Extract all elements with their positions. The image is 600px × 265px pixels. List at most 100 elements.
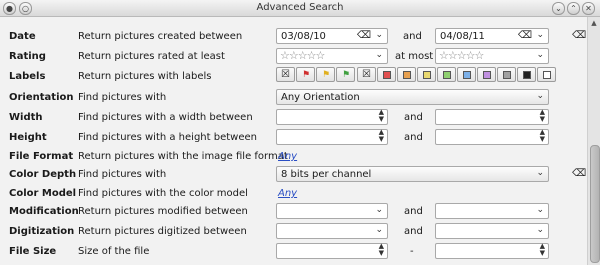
height-min-spinbox[interactable]: ▲ ▼ <box>276 129 388 145</box>
modified-to-field[interactable]: ⌄ <box>435 203 549 219</box>
remove-color-depth-filter-icon[interactable]: ⌫ <box>572 168 586 179</box>
green-color-button[interactable] <box>437 67 456 82</box>
modified-from-field[interactable]: ⌄ <box>276 203 388 219</box>
color-swatch-icon <box>523 71 531 79</box>
clear-date-from-icon[interactable]: ⌫ <box>357 30 371 41</box>
chevron-down-icon[interactable]: ⌄ <box>375 225 383 235</box>
chevron-down-icon: ⌄ <box>536 91 544 101</box>
rating-description: Return pictures rated at least <box>78 51 225 62</box>
color-model-row: Color Model Find pictures with the color… <box>0 184 588 204</box>
gray-color-button[interactable] <box>497 67 516 82</box>
color-swatch-icon <box>483 71 491 79</box>
title-bar: ● ○ Advanced Search ⌄ ⌃ ✕ <box>0 0 600 17</box>
rating-min-select[interactable]: ☆☆☆☆☆ ⌄ <box>276 48 388 64</box>
orientation-select[interactable]: Any Orientation ⌄ <box>276 89 549 105</box>
color-depth-select[interactable]: 8 bits per channel ⌄ <box>276 166 549 182</box>
orientation-description: Find pictures with <box>78 92 167 103</box>
color-depth-value: 8 bits per channel <box>281 169 372 180</box>
file-size-min-spinbox[interactable]: ▲ ▼ <box>276 243 388 259</box>
date-label: Date <box>9 31 36 42</box>
labels-label: Labels <box>9 71 46 82</box>
scrollbar-thumb[interactable] <box>590 145 600 263</box>
file-format-row: File Format Return pictures with the ima… <box>0 147 588 167</box>
color-depth-description: Find pictures with <box>78 169 167 180</box>
black-color-button[interactable] <box>517 67 536 82</box>
green-flag-button[interactable]: ⚑ <box>336 67 355 82</box>
file-format-any-link[interactable]: Any <box>278 151 297 162</box>
digitized-to-field[interactable]: ⌄ <box>435 223 549 239</box>
red-flag-button[interactable]: ⚑ <box>296 67 315 82</box>
yellow-color-button[interactable] <box>417 67 436 82</box>
color-depth-row: Color Depth Find pictures with 8 bits pe… <box>0 165 588 185</box>
digitized-from-field[interactable]: ⌄ <box>276 223 388 239</box>
digitization-label: Digitization <box>9 226 75 237</box>
spin-arrows-icon[interactable]: ▲ ▼ <box>379 129 384 143</box>
yellow-flag-icon: ⚑ <box>322 70 331 80</box>
chevron-down-icon[interactable]: ⌄ <box>536 50 544 60</box>
modification-label: Modification <box>9 206 79 217</box>
orientation-label: Orientation <box>9 92 74 103</box>
clear-date-to-icon[interactable]: ⌫ <box>518 30 532 41</box>
rating-max-select[interactable]: ☆☆☆☆☆ ⌄ <box>435 48 549 64</box>
height-and-label: and <box>404 132 423 143</box>
date-from-value: 03/08/10 <box>281 31 326 42</box>
width-min-spinbox[interactable]: ▲ ▼ <box>276 109 388 125</box>
date-from-field[interactable]: 03/08/10 ⌫ ⌄ <box>276 28 388 44</box>
scroll-up-icon[interactable]: ▲ <box>589 19 599 27</box>
color-model-description: Find pictures with the color model <box>78 188 248 199</box>
file-size-max-spinbox[interactable]: ▲ ▼ <box>435 243 549 259</box>
labels-row: Labels Return pictures with labels ☒ ⚑ ⚑… <box>0 67 588 87</box>
width-and-label: and <box>404 112 423 123</box>
spin-arrows-icon[interactable]: ▲ ▼ <box>540 109 545 123</box>
color-swatch-icon <box>403 71 411 79</box>
spin-arrows-icon[interactable]: ▲ ▼ <box>540 129 545 143</box>
spin-arrows-icon[interactable]: ▲ ▼ <box>379 109 384 123</box>
chevron-down-icon[interactable]: ⌄ <box>375 30 383 40</box>
red-flag-icon: ⚑ <box>302 70 311 80</box>
chevron-down-icon[interactable]: ⌄ <box>536 225 544 235</box>
file-size-row: File Size Size of the file ▲ ▼ - ▲ ▼ <box>0 242 588 262</box>
digitization-description: Return pictures digitized between <box>78 226 247 237</box>
red-color-button[interactable] <box>377 67 396 82</box>
file-format-label: File Format <box>9 151 74 162</box>
spin-arrows-icon[interactable]: ▲ ▼ <box>379 243 384 257</box>
vertical-scrollbar[interactable]: ▲ <box>587 17 600 265</box>
color-swatch-icon <box>423 71 431 79</box>
date-to-value: 04/08/11 <box>440 31 485 42</box>
color-depth-label: Color Depth <box>9 169 77 180</box>
orange-color-button[interactable] <box>397 67 416 82</box>
blue-color-button[interactable] <box>457 67 476 82</box>
rating-label: Rating <box>9 51 46 62</box>
remove-date-filter-icon[interactable]: ⌫ <box>572 30 586 41</box>
height-max-spinbox[interactable]: ▲ ▼ <box>435 129 549 145</box>
no-flag-button[interactable]: ☒ <box>276 67 295 82</box>
minimize-button[interactable]: ⌄ <box>552 2 565 15</box>
modification-description: Return pictures modified between <box>78 206 248 217</box>
width-label: Width <box>9 112 43 123</box>
at-most-label: at most <box>395 51 434 62</box>
white-color-button[interactable] <box>537 67 556 82</box>
color-swatch-icon <box>463 71 471 79</box>
chevron-down-icon[interactable]: ⌄ <box>536 205 544 215</box>
yellow-flag-button[interactable]: ⚑ <box>316 67 335 82</box>
no-color-button[interactable]: ☒ <box>357 67 376 82</box>
color-model-label: Color Model <box>9 188 77 199</box>
date-row: Date Return pictures created between 03/… <box>0 27 588 47</box>
close-button[interactable]: ✕ <box>582 2 595 15</box>
date-to-field[interactable]: 04/08/11 ⌫ ⌄ <box>435 28 549 44</box>
width-max-spinbox[interactable]: ▲ ▼ <box>435 109 549 125</box>
search-form: Date Return pictures created between 03/… <box>0 17 588 265</box>
chevron-down-icon[interactable]: ⌄ <box>375 50 383 60</box>
file-format-description: Return pictures with the image file form… <box>78 151 288 162</box>
orientation-value: Any Orientation <box>281 92 360 103</box>
maximize-button[interactable]: ⌃ <box>567 2 580 15</box>
chevron-down-icon[interactable]: ⌄ <box>375 205 383 215</box>
spin-arrows-icon[interactable]: ▲ ▼ <box>540 243 545 257</box>
magenta-color-button[interactable] <box>477 67 496 82</box>
color-model-any-link[interactable]: Any <box>278 188 297 199</box>
chevron-down-icon: ⌄ <box>536 168 544 178</box>
file-size-description: Size of the file <box>78 246 150 257</box>
color-swatch-icon <box>543 71 551 79</box>
date-description: Return pictures created between <box>78 31 243 42</box>
chevron-down-icon[interactable]: ⌄ <box>536 30 544 40</box>
